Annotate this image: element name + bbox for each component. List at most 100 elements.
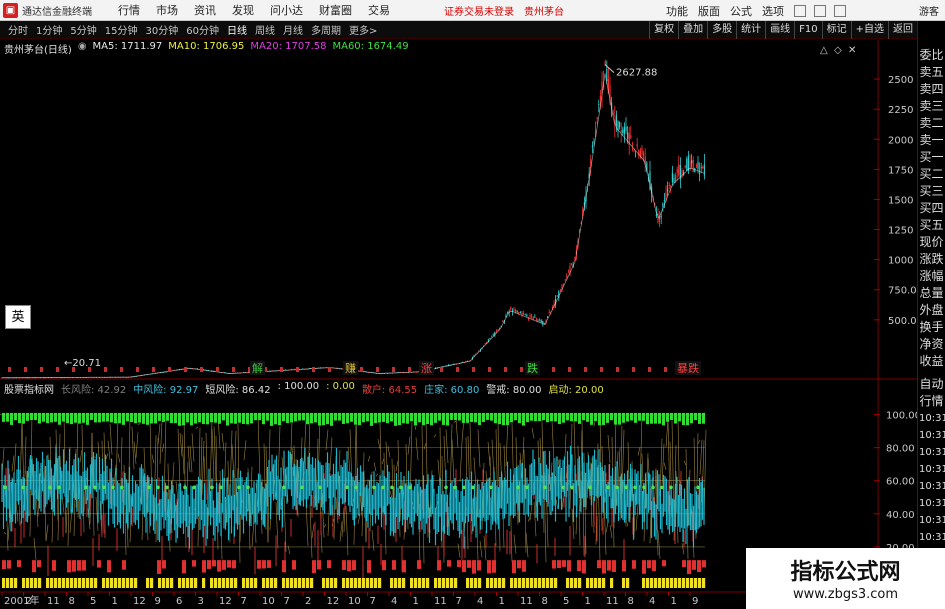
quote-field-label: 外盘 [919,303,944,317]
candle-body [534,317,536,318]
guest-user[interactable]: 游客 [919,3,939,18]
menu-market[interactable]: 市场 [156,2,178,18]
ind-green-bar [638,412,641,421]
tab-5min[interactable]: 5分钟 [70,22,96,37]
menu-options[interactable]: 选项 [762,3,784,19]
menu-trade[interactable]: 交易 [368,2,390,18]
ind-gold-line [179,432,183,457]
candle-body [619,122,621,128]
stats-button[interactable]: 统计 [736,21,765,39]
ind-mid-risk: 中风险: 92.97 [133,385,199,396]
ind-green-bar [478,412,481,425]
ind-gold-line [479,540,483,558]
tab-multi-period[interactable]: 多周期 [311,22,341,37]
ind-green-bar [598,412,601,426]
ind-green-bar [498,412,501,425]
ind-green-bar [190,412,193,426]
ind-yellow-bar [342,578,346,588]
candle-body [703,164,705,176]
price-chart[interactable]: 2500 2250 2000 1750 1500 1250 1000 750.00 500.00… [0,40,917,380]
tab-1min[interactable]: 1分钟 [36,22,62,37]
ind-yellow-bar [538,578,542,588]
ind-red-block [217,560,221,572]
ind-gold-line [33,538,37,560]
ind-yellow-bar [674,578,678,588]
ind-green-bar [314,412,317,423]
draw-button[interactable]: 画线 [765,21,794,39]
ind-green-bar [154,412,157,424]
multi-stock-button[interactable]: 多股 [707,21,736,39]
tab-daily[interactable]: 日线 [227,22,247,37]
menu-wealth[interactable]: 财富圈 [319,2,352,18]
x-tick-label: 2 [26,596,32,607]
signal-tick [568,367,571,372]
ind-green-bar [578,412,581,424]
shape-icon[interactable]: ◇ [834,45,842,56]
ind-gold-line [329,437,333,472]
menu-functions[interactable]: 功能 [666,3,688,19]
candle-body [518,312,520,314]
ime-badge[interactable]: 英 [5,305,31,329]
menu-quotes[interactable]: 行情 [118,2,140,18]
tab-60min[interactable]: 60分钟 [186,22,219,37]
adjust-button[interactable]: 复权 [649,21,678,39]
ind-green-bar [418,412,421,423]
menu-discover[interactable]: 发现 [232,2,254,18]
tab-more[interactable]: 更多> [349,22,377,37]
ind-gold-line [531,427,535,439]
add-watchlist-button[interactable]: +自选 [850,21,888,39]
signal-tick [56,367,59,372]
overlay-button[interactable]: 叠加 [678,21,707,39]
auto-quote-label: 自动 [919,377,944,391]
ind-gold-line [211,428,215,480]
candle-body [515,309,517,312]
ind-green-bar [206,412,209,425]
ind-green-dot [660,485,664,490]
minimize-icon[interactable] [794,4,806,17]
ind-yellow-bar [670,578,674,588]
tab-intraday[interactable]: 分时 [8,22,28,37]
ind-green-bar [326,412,329,425]
ind-green-bar [86,412,89,425]
login-notice[interactable]: 证券交易未登录 [444,3,514,18]
toolbar-right: 复权 叠加 多股 统计 画线 F10 标记 +自选 返回 [649,21,917,39]
current-stock-name: 贵州茅台 [524,6,564,18]
ind-gold-line [609,525,613,539]
ind-yellow-bar [534,578,538,588]
max-price-label: 2627.88 [616,68,657,79]
candle-body [684,165,686,168]
tab-weekly[interactable]: 周线 [255,22,275,37]
ind-yellow-bar [454,578,458,588]
tick-time: 10:31 [919,430,945,441]
ind-gold-line [699,439,703,475]
ind-green-bar [442,412,445,425]
maximize-icon[interactable] [814,4,826,17]
ind-yellow-bar [702,578,706,588]
arrow-icon[interactable]: △ [820,45,828,56]
ind-yellow-bar [294,578,298,588]
f10-button[interactable]: F10 [794,21,821,39]
ind-red-block [347,560,351,572]
ind-yellow-bar [194,578,198,588]
menu-layout[interactable]: 版面 [698,3,720,19]
menu-news[interactable]: 资讯 [194,2,216,18]
ind-yellow-bar [226,578,230,588]
ind-green-bar [662,412,665,426]
ind-gold-line [205,432,209,515]
x-tick-label: 10 [262,596,275,607]
tab-30min[interactable]: 30分钟 [145,22,178,37]
ind-short-risk: 短风险: 86.42 [205,385,271,396]
tab-monthly[interactable]: 月线 [283,22,303,37]
ind-yellow-bar [474,578,478,588]
tab-15min[interactable]: 15分钟 [105,22,138,37]
back-button[interactable]: 返回 [888,21,917,39]
close-icon[interactable] [834,4,846,17]
candle-body [559,289,561,291]
mark-button[interactable]: 标记 [821,21,851,39]
menu-ask[interactable]: 问小达 [270,2,303,18]
ma-legend: 贵州茅台(日线) ◉ MA5: 1711.97 MA10: 1706.95 MA… [4,41,409,56]
gear-icon[interactable]: ◉ [78,41,87,55]
menu-formula[interactable]: 公式 [730,3,752,19]
close-chart-icon[interactable]: ✕ [848,45,856,56]
ind-green-dot [615,485,619,490]
